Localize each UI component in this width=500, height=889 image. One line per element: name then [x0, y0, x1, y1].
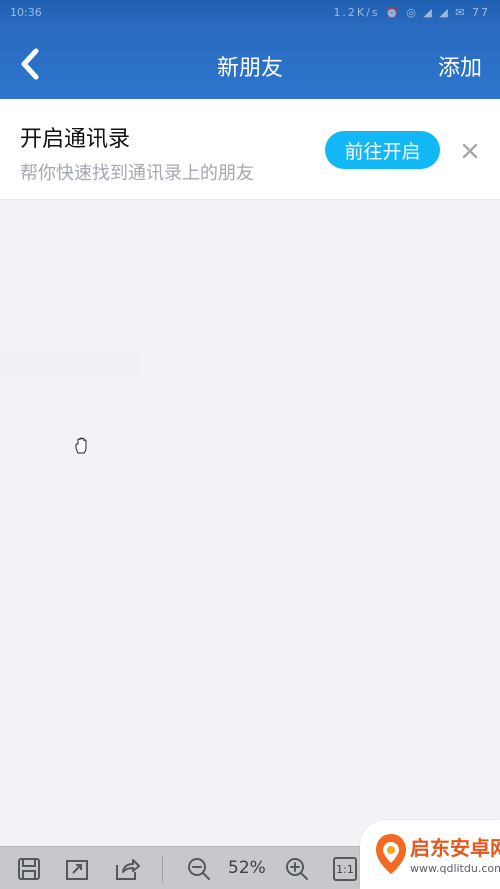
enable-contacts-button[interactable]: 前往开启 — [325, 131, 440, 169]
banner-subtitle: 帮你快速找到通讯录上的朋友 — [20, 163, 254, 184]
contacts-banner: 开启通讯录 帮你快速找到通讯录上的朋友 前往开启 — [0, 99, 500, 200]
status-time: 10:36 — [10, 6, 42, 19]
watermark-name: 启东安卓网 — [410, 836, 500, 860]
close-icon — [462, 143, 478, 159]
share-icon[interactable] — [114, 856, 140, 882]
navigation-bar: 新朋友 添加 — [0, 28, 500, 99]
banner-title: 开启通讯录 — [20, 127, 131, 152]
status-bar: 10:36 1.2K/s ⏰ ◎ ◢ ◢ ✉ 77 — [0, 0, 500, 28]
watermark-url: www.qdlitdu.com — [410, 862, 500, 875]
zoom-in-icon[interactable] — [284, 856, 310, 882]
save-icon[interactable] — [16, 856, 42, 882]
header: 10:36 1.2K/s ⏰ ◎ ◢ ◢ ✉ 77 新朋友 添加 — [0, 0, 500, 99]
site-watermark: 启东安卓网 www.qdlitdu.com — [360, 820, 500, 889]
zoom-out-icon[interactable] — [186, 856, 212, 882]
toolbar-divider — [162, 855, 163, 883]
status-indicators: 1.2K/s ⏰ ◎ ◢ ◢ ✉ 77 — [333, 6, 490, 19]
zoom-level: 52% — [228, 858, 266, 878]
empty-placeholder — [0, 352, 140, 376]
actual-size-button[interactable]: 1:1 — [333, 857, 357, 881]
watermark-logo-icon — [376, 834, 406, 874]
add-button[interactable]: 添加 — [438, 50, 482, 82]
dismiss-banner-button[interactable] — [458, 139, 482, 163]
fit-window-icon[interactable] — [64, 856, 90, 882]
new-friends-screen: 10:36 1.2K/s ⏰ ◎ ◢ ◢ ✉ 77 新朋友 添加 开启通讯录 帮… — [0, 0, 500, 889]
page-title: 新朋友 — [216, 56, 283, 81]
hand-cursor-icon — [75, 437, 87, 454]
